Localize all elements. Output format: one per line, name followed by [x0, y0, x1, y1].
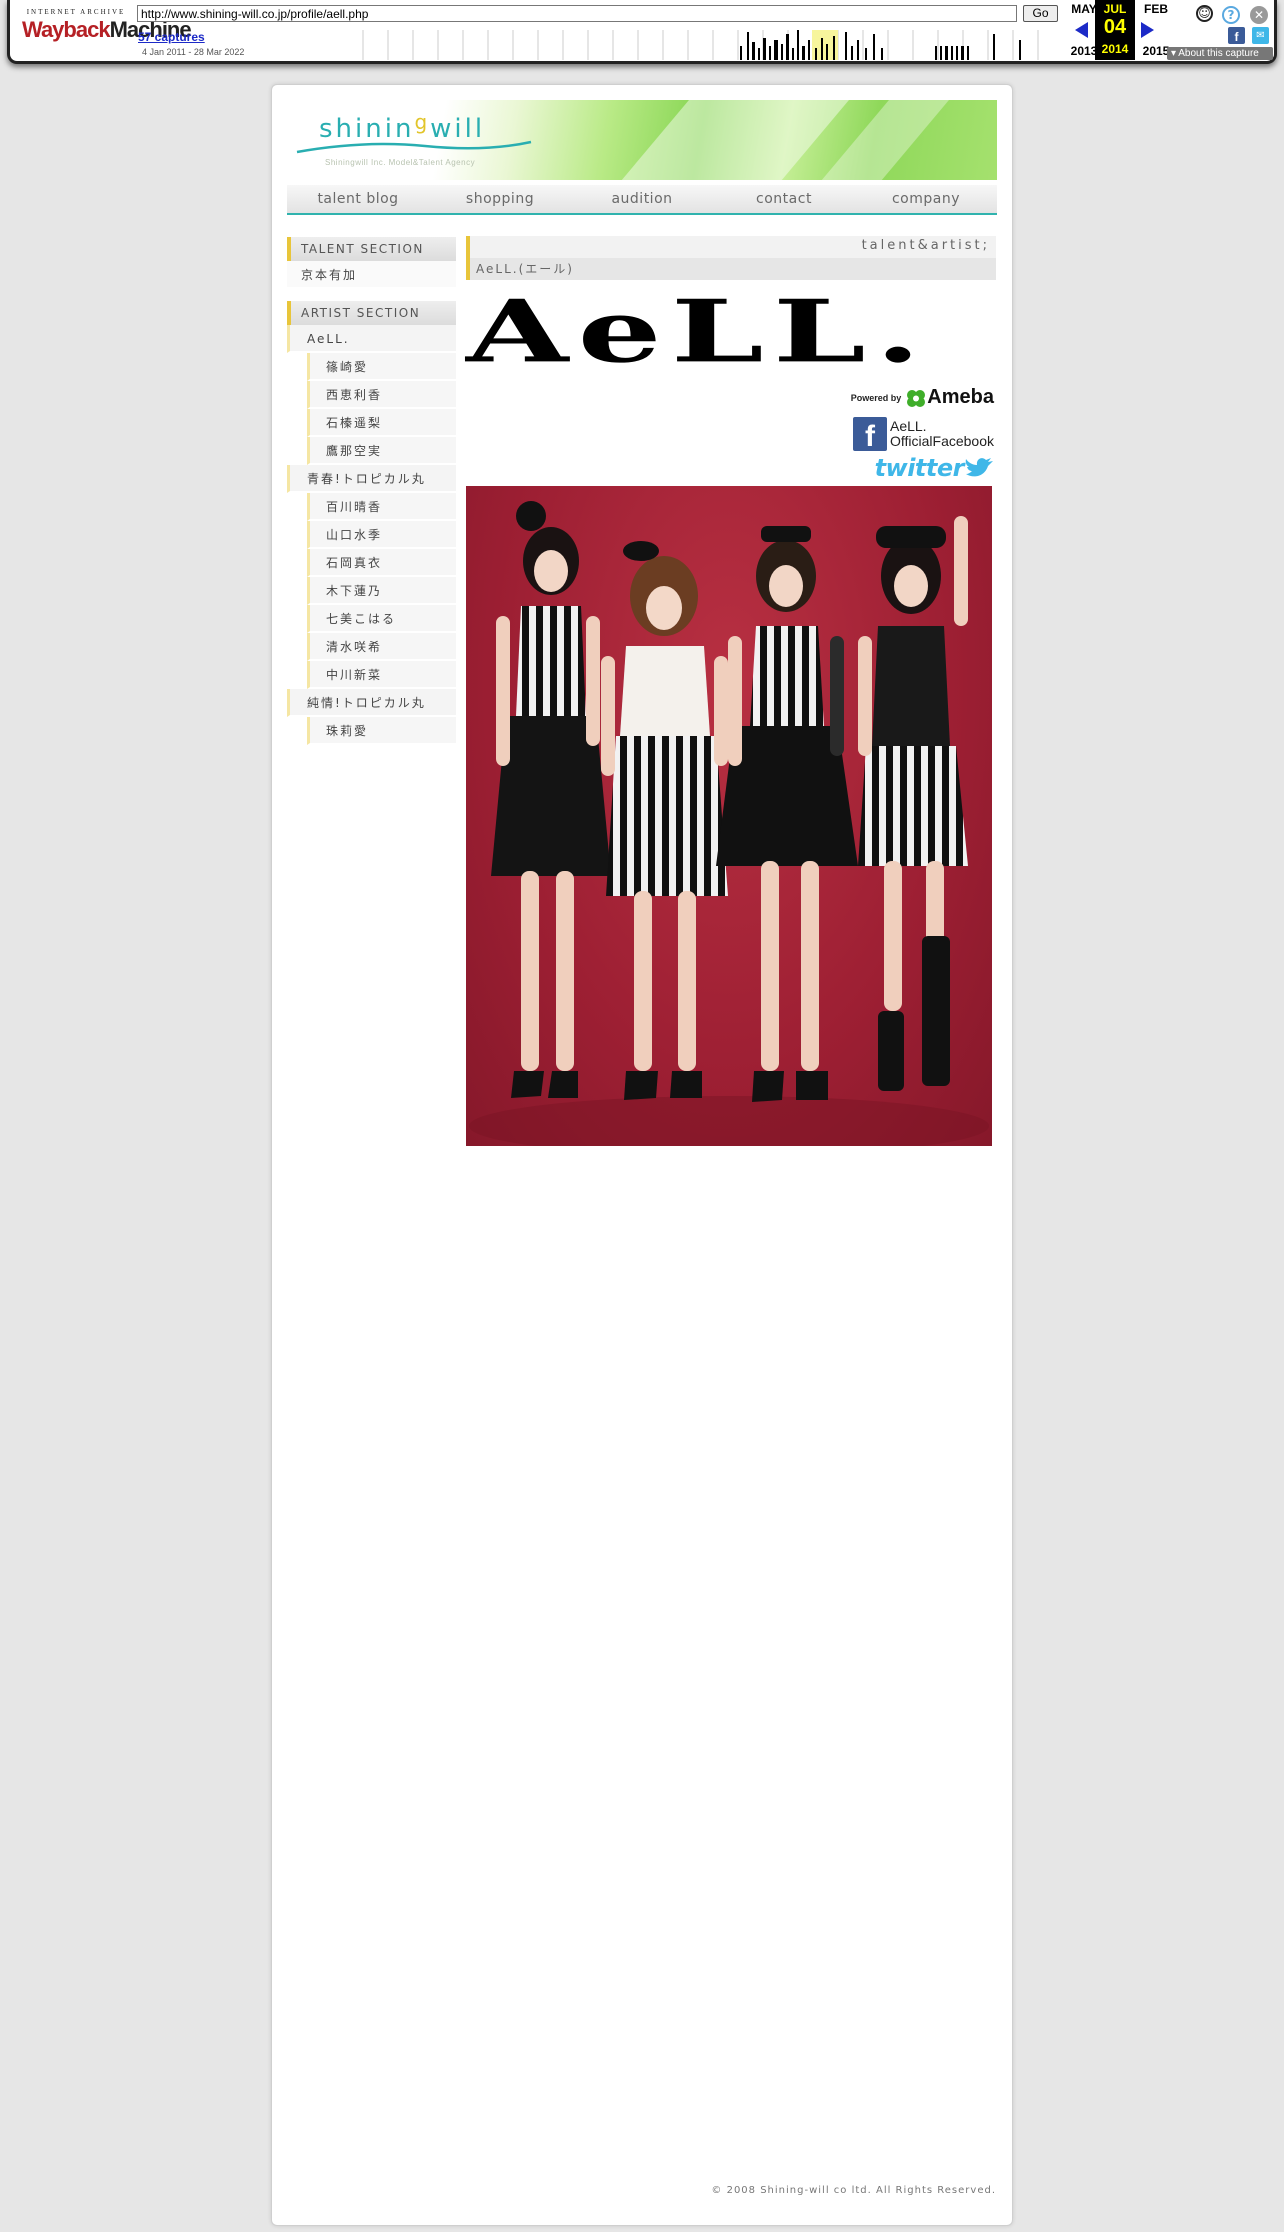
close-icon[interactable]: ✕ [1250, 6, 1268, 24]
user-account-icon[interactable]: ☺ [1196, 5, 1213, 22]
site-page: shiningwill Shiningwill Inc. Model&Talen… [271, 84, 1013, 2226]
sidebar-group-junjou[interactable]: 純情!トロピカル丸 [287, 689, 456, 717]
main-content: talent&artist; AeLL.(エール) AeLL. Powered … [466, 236, 996, 1146]
wayback-logo-top: INTERNET ARCHIVE [26, 8, 126, 16]
wayback-sparkline[interactable] [355, 28, 1060, 60]
member-figure [491, 501, 611, 1098]
site-banner[interactable]: shiningwill Shiningwill Inc. Model&Talen… [287, 100, 997, 180]
member-figure [858, 516, 968, 1091]
twitter-share-icon[interactable]: ✉ [1252, 27, 1269, 44]
footer-copyright: © 2008 Shining-will co ltd. All Rights R… [711, 2185, 996, 2196]
group-photo-illustration [469, 501, 989, 1146]
powered-by-label: Powered by [850, 392, 902, 403]
page-title: AeLL.(エール) [470, 258, 996, 280]
talent-section-heading: TALENT SECTION [287, 237, 456, 261]
facebook-line2: OfficialFacebook [889, 433, 994, 449]
sidebar-member[interactable]: 百川晴香 [307, 493, 456, 521]
sidebar-member[interactable]: 清水咲希 [307, 633, 456, 661]
wayback-logo-mark: WaybackMachine [22, 17, 192, 42]
next-capture-arrow-icon[interactable] [1141, 22, 1154, 38]
wayback-go-button[interactable]: Go [1023, 5, 1058, 22]
sidebar-group-seishun[interactable]: 青春!トロピカル丸 [287, 465, 456, 493]
facebook-share-icon[interactable]: f [1228, 27, 1245, 44]
wayback-toolbar: INTERNET ARCHIVE WaybackMachine http://w… [7, 0, 1277, 64]
sidebar-member[interactable]: 石岡真衣 [307, 549, 456, 577]
logo-subtitle: Shiningwill Inc. Model&Talent Agency [325, 158, 476, 167]
sidebar-member[interactable]: 七美こはる [307, 605, 456, 633]
nav-shopping[interactable]: shopping [429, 185, 571, 213]
sidebar-member[interactable]: 鷹那空実 [307, 437, 456, 465]
sidebar-member[interactable]: 木下蓮乃 [307, 577, 456, 605]
content-header: talent&artist; AeLL.(エール) [466, 236, 996, 280]
facebook-line1: AeLL. [889, 418, 927, 434]
about-capture-button[interactable]: ▾ About this capture [1167, 47, 1273, 60]
wayback-next-month[interactable]: FEB [1136, 2, 1176, 16]
wayback-url-input[interactable]: http://www.shining-will.co.jp/profile/ae… [137, 5, 1017, 22]
sidebar-group-aell[interactable]: AeLL. [287, 325, 456, 353]
logo-text-g: g [414, 110, 431, 134]
main-nav: talent blog shopping audition contact co… [287, 185, 997, 215]
about-capture-label: About this capture [1178, 48, 1259, 59]
sidebar-member[interactable]: 山口水季 [307, 521, 456, 549]
wayback-captures-link[interactable]: 57 captures [138, 30, 205, 44]
wayback-current-day: 04 [1103, 16, 1127, 38]
wayback-current-year: 2014 [1101, 42, 1129, 56]
group-logo-title: AeLL. [466, 280, 931, 383]
wayback-current-month: JUL [1103, 2, 1127, 16]
ameba-label: Ameba [927, 386, 994, 408]
wayback-current-capture: JUL 04 2014 [1095, 0, 1135, 60]
sidebar: TALENT SECTION 京本有加 ARTIST SECTION AeLL.… [287, 237, 456, 745]
nav-contact[interactable]: contact [713, 185, 855, 213]
sidebar-member[interactable]: 西恵利香 [307, 381, 456, 409]
chevron-down-icon: ▾ [1171, 48, 1177, 59]
banner-light-streak [588, 100, 866, 180]
twitter-link[interactable]: twitter [875, 454, 994, 482]
ameba-link[interactable]: Powered by Ameba [851, 386, 994, 409]
group-photo [466, 486, 992, 1146]
sidebar-item-talent[interactable]: 京本有加 [287, 261, 456, 289]
wayback-logo[interactable]: INTERNET ARCHIVE WaybackMachine [22, 8, 192, 52]
twitter-label: twitter [874, 454, 965, 482]
logo-swoosh-icon [296, 140, 532, 154]
wayback-capture-range: 4 Jan 2011 - 28 Mar 2022 [142, 47, 245, 57]
member-figure [716, 526, 858, 1102]
help-icon[interactable]: ? [1222, 6, 1240, 24]
sidebar-member[interactable]: 中川新菜 [307, 661, 456, 689]
facebook-text: AeLL. OfficialFacebook [890, 419, 994, 449]
breadcrumb: talent&artist; [861, 238, 990, 253]
member-figure [601, 541, 728, 1100]
artist-section-heading: ARTIST SECTION [287, 301, 456, 325]
twitter-bird-icon [965, 458, 993, 477]
nav-audition[interactable]: audition [571, 185, 713, 213]
wayback-logo-way: Wayback [22, 17, 111, 42]
sidebar-member[interactable]: 篠崎愛 [307, 353, 456, 381]
facebook-link[interactable]: f AeLL. OfficialFacebook [852, 417, 994, 453]
prev-capture-arrow-icon[interactable] [1075, 22, 1088, 38]
sidebar-member[interactable]: 珠莉愛 [307, 717, 456, 745]
nav-company[interactable]: company [855, 185, 997, 213]
ameba-logo-icon [907, 389, 926, 407]
nav-talent-blog[interactable]: talent blog [287, 185, 429, 213]
sidebar-member[interactable]: 石榛遥梨 [307, 409, 456, 437]
facebook-icon: f [852, 417, 887, 453]
